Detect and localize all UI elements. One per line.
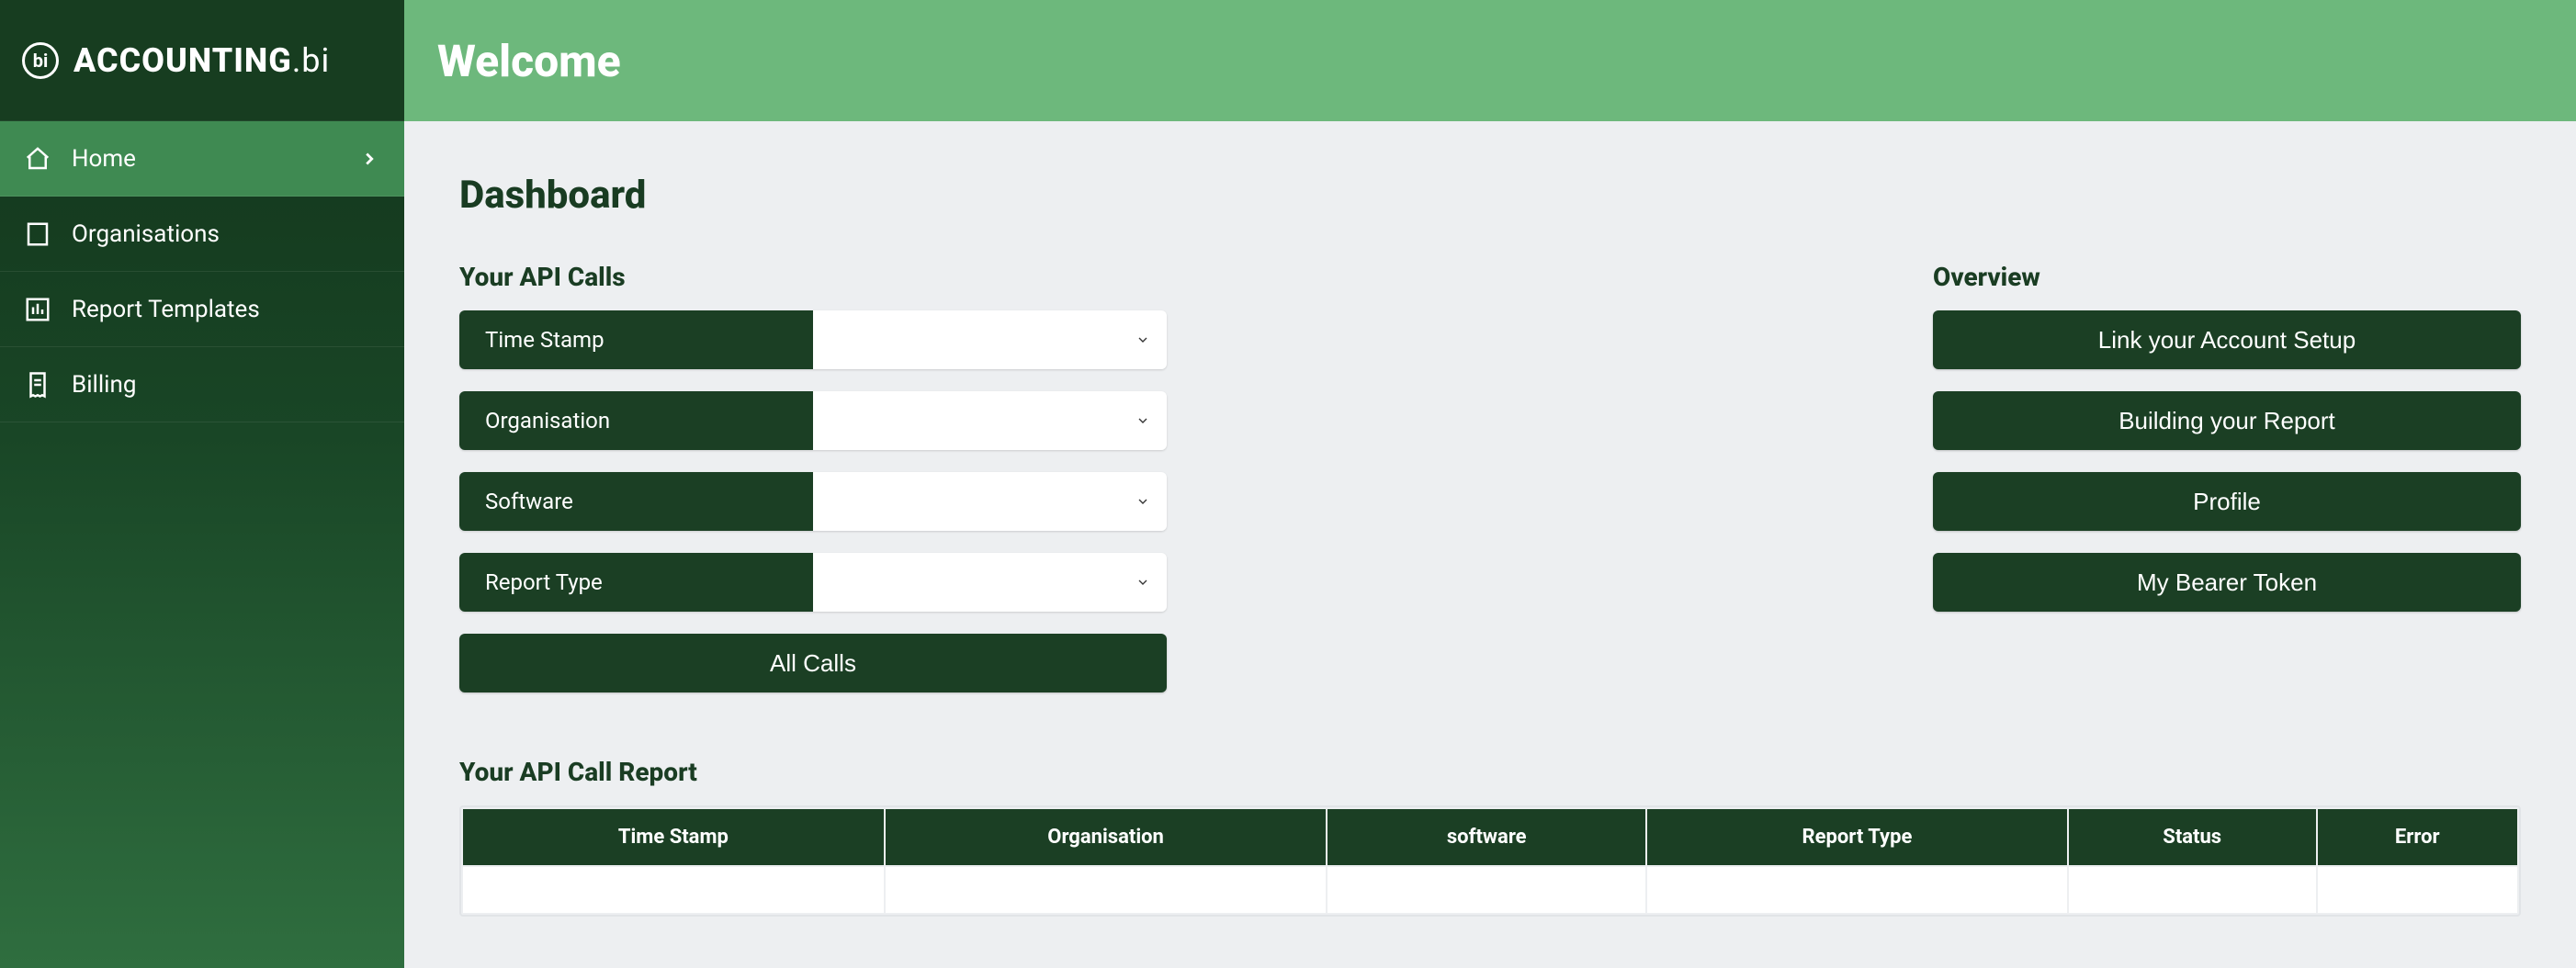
table-col-software: software — [1328, 809, 1645, 865]
overview-bearer-token-button[interactable]: My Bearer Token — [1933, 553, 2521, 612]
filter-select-organisation[interactable] — [813, 391, 1167, 450]
overview-build-report-button[interactable]: Building your Report — [1933, 391, 2521, 450]
brand-logo-icon: bi — [22, 42, 59, 79]
receipt-icon — [22, 369, 53, 400]
brand: bi ACCOUNTING.bi — [0, 0, 404, 121]
chevron-right-icon — [356, 146, 382, 172]
topbar: Welcome — [404, 0, 2576, 121]
building-icon — [22, 219, 53, 250]
filter-select-time-stamp[interactable] — [813, 310, 1167, 369]
sidebar-nav: Home Organisations Report Templates — [0, 121, 404, 422]
overview-section: Overview Link your Account Setup Buildin… — [1933, 262, 2521, 612]
brand-suffix: .bi — [292, 41, 330, 80]
sidebar-item-organisations[interactable]: Organisations — [0, 197, 404, 272]
table-col-status: Status — [2069, 809, 2316, 865]
table-body — [463, 867, 2517, 913]
api-calls-section: Your API Calls Time Stamp Organisation S… — [459, 262, 1896, 692]
filter-label: Software — [459, 472, 813, 531]
table-header: Time Stamp Organisation software Report … — [463, 809, 2517, 865]
sidebar-item-label: Organisations — [72, 220, 220, 248]
content: Dashboard Your API Calls Time Stamp Orga… — [404, 121, 2576, 968]
table-col-organisation: Organisation — [886, 809, 1327, 865]
api-calls-title: Your API Calls — [459, 262, 1896, 292]
filter-label: Time Stamp — [459, 310, 813, 369]
sidebar-item-report-templates[interactable]: Report Templates — [0, 272, 404, 347]
filter-select-report-type[interactable] — [813, 553, 1167, 612]
filter-organisation: Organisation — [459, 391, 1167, 450]
filter-label: Organisation — [459, 391, 813, 450]
filter-select-software[interactable] — [813, 472, 1167, 531]
overview-profile-button[interactable]: Profile — [1933, 472, 2521, 531]
overview-title: Overview — [1933, 262, 2521, 292]
api-call-report-table: Time Stamp Organisation software Report … — [459, 805, 2521, 917]
sidebar: bi ACCOUNTING.bi Home Organisations — [0, 0, 404, 968]
filters: Time Stamp Organisation Software Re — [459, 310, 1167, 692]
sidebar-item-label: Report Templates — [72, 296, 260, 323]
filter-report-type: Report Type — [459, 553, 1167, 612]
all-calls-button[interactable]: All Calls — [459, 634, 1167, 692]
overview-link-account-button[interactable]: Link your Account Setup — [1933, 310, 2521, 369]
brand-logo-letter: bi — [33, 50, 49, 72]
table-col-time-stamp: Time Stamp — [463, 809, 884, 865]
sidebar-item-label: Home — [72, 145, 136, 173]
main: Welcome Dashboard Your API Calls Time St… — [404, 0, 2576, 968]
dashboard-columns: Your API Calls Time Stamp Organisation S… — [459, 262, 2521, 692]
chart-icon — [22, 294, 53, 325]
brand-text: ACCOUNTING.bi — [73, 41, 330, 80]
overview-buttons: Link your Account Setup Building your Re… — [1933, 310, 2521, 612]
table-row — [463, 867, 2517, 913]
home-icon — [22, 143, 53, 174]
filter-software: Software — [459, 472, 1167, 531]
table-col-error: Error — [2318, 809, 2518, 865]
api-call-report-section: Your API Call Report Time Stamp Organisa… — [459, 757, 2521, 917]
table-col-report-type: Report Type — [1647, 809, 2067, 865]
app-root: bi ACCOUNTING.bi Home Organisations — [0, 0, 2576, 968]
dashboard-title: Dashboard — [459, 173, 2521, 218]
page-title: Welcome — [437, 35, 621, 87]
sidebar-item-label: Billing — [72, 371, 136, 399]
filter-time-stamp: Time Stamp — [459, 310, 1167, 369]
filter-label: Report Type — [459, 553, 813, 612]
brand-name: ACCOUNTING — [73, 41, 292, 80]
api-call-report-title: Your API Call Report — [459, 757, 2521, 787]
sidebar-item-home[interactable]: Home — [0, 121, 404, 197]
sidebar-item-billing[interactable]: Billing — [0, 347, 404, 422]
